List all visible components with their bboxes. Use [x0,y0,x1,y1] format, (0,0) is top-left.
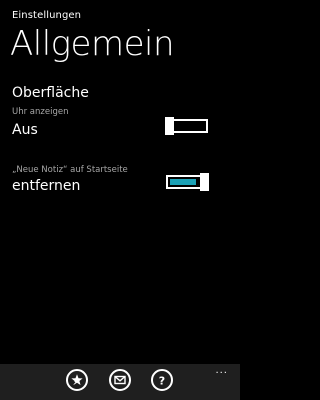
help-button[interactable]: ? [151,369,173,391]
more-options-button[interactable]: ... [215,366,228,376]
note-toggle-switch[interactable] [166,173,209,191]
toggle-knob [165,117,174,135]
clock-setting-label: Uhr anzeigen [12,107,69,117]
note-setting-value: entfernen [12,178,81,194]
clock-toggle-switch[interactable] [165,117,208,135]
app-title: Einstellungen [12,10,82,21]
note-setting-label: „Neue Notiz“ auf Startseite [12,165,128,175]
rate-button[interactable] [66,369,88,391]
toggle-fill [170,179,196,185]
clock-setting-value: Aus [12,122,38,138]
mail-icon [114,375,126,385]
svg-text:?: ? [159,375,165,388]
app-bar: ? ... [0,364,240,400]
email-button[interactable] [109,369,131,391]
rate-star-icon [71,374,83,386]
page-title: Allgemein [10,24,175,64]
help-icon: ? [159,375,165,388]
toggle-knob [200,173,209,191]
section-heading: Oberfläche [12,85,89,101]
